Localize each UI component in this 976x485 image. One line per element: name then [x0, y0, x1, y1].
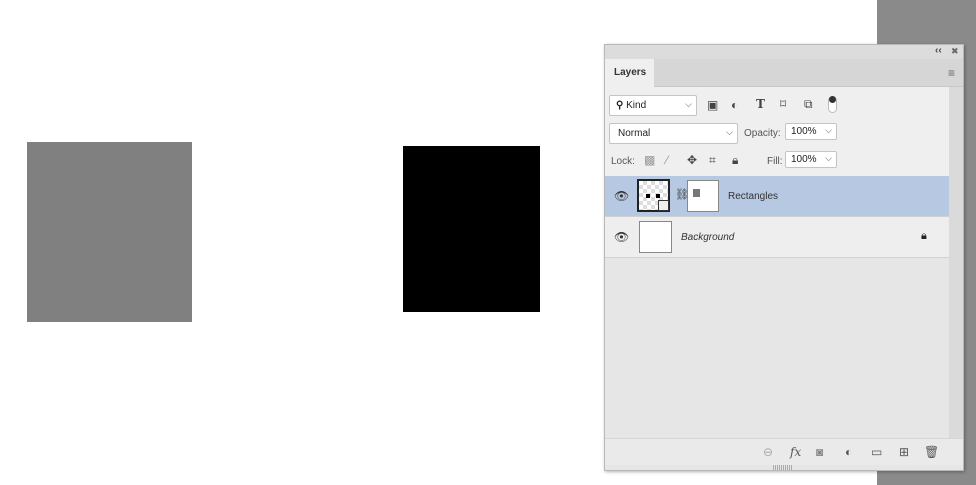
- layers-panel: ‹‹ ✖ Layers ≡ ⚲ Kind ⌵ ▣ ◐ T ⌑ ⧉ Normal …: [604, 44, 964, 471]
- close-icon[interactable]: ✖: [951, 46, 959, 57]
- pixel-filter-icon[interactable]: ▣: [707, 98, 718, 112]
- fx-icon[interactable]: fx: [790, 445, 801, 459]
- lock-transparent-icon[interactable]: ▩: [644, 153, 655, 167]
- group-folder-icon[interactable]: ▭: [871, 445, 882, 459]
- opacity-value: 100%: [791, 126, 817, 137]
- layer-row-background[interactable]: 👁︎ Background 🔒︎: [605, 217, 949, 258]
- layer-row-rectangles[interactable]: 👁︎ ⛓︎ Rectangles: [605, 176, 949, 217]
- new-layer-icon[interactable]: ⊞: [899, 445, 909, 459]
- adjustment-layer-icon[interactable]: ◐: [845, 445, 852, 459]
- link-layers-icon[interactable]: ⊖: [763, 445, 773, 459]
- filter-toggle[interactable]: [828, 96, 837, 113]
- filter-kind-select[interactable]: ⚲ Kind ⌵: [609, 95, 697, 116]
- fill-label: Fill:: [767, 156, 783, 167]
- layer-name: Rectangles: [728, 191, 779, 202]
- trash-icon[interactable]: 🗑︎: [924, 445, 939, 459]
- blend-mode-value: Normal: [618, 128, 651, 139]
- collapse-icon[interactable]: ‹‹: [935, 45, 942, 56]
- lock-icon: 🔒︎: [921, 230, 927, 242]
- scrollbar[interactable]: [949, 87, 963, 438]
- search-icon: ⚲: [616, 100, 624, 111]
- panel-footer: ⊖ fx ◙ ◐ ▭ ⊞ 🗑︎: [605, 438, 963, 465]
- lock-position-icon[interactable]: ✥: [687, 153, 697, 167]
- chevron-down-icon: ⌵: [685, 99, 692, 109]
- chevron-down-icon[interactable]: ⌵: [825, 153, 832, 164]
- adjustment-filter-icon[interactable]: ◐: [731, 98, 738, 112]
- panel-menu-icon[interactable]: ≡: [948, 66, 955, 80]
- tab-bar: Layers ≡: [605, 59, 963, 87]
- black-rectangle: [403, 146, 540, 312]
- gray-rectangle: [27, 142, 192, 322]
- layer-name: Background: [681, 232, 735, 243]
- filter-kind-value: Kind: [626, 100, 647, 111]
- visibility-eye-icon[interactable]: 👁︎: [614, 189, 629, 203]
- chevron-down-icon[interactable]: ⌵: [825, 125, 832, 136]
- vector-mask-thumbnail[interactable]: [687, 180, 719, 212]
- layer-options: ⚲ Kind ⌵ ▣ ◐ T ⌑ ⧉ Normal ⌵ Opacity: 100…: [605, 87, 949, 176]
- shape-filter-icon[interactable]: ⌑: [780, 97, 786, 111]
- visibility-eye-icon[interactable]: 👁︎: [614, 230, 629, 244]
- lock-artboard-icon[interactable]: ⌗: [709, 153, 716, 168]
- smart-object-filter-icon[interactable]: ⧉: [804, 97, 813, 112]
- layers-list: 👁︎ ⛓︎ Rectangles 👁︎ Background 🔒︎: [605, 176, 949, 438]
- smart-object-badge-icon: [658, 200, 669, 211]
- fill-value: 100%: [791, 154, 817, 165]
- lock-all-icon[interactable]: 🔒︎: [732, 153, 738, 168]
- fill-input[interactable]: 100% ⌵: [785, 151, 837, 168]
- layer-thumbnail: [639, 221, 672, 253]
- panel-titlebar: ‹‹ ✖: [605, 45, 963, 59]
- layer-thumbnail: [637, 179, 670, 212]
- type-filter-icon[interactable]: T: [756, 97, 765, 111]
- lock-paint-icon[interactable]: ⁄: [666, 153, 668, 167]
- lock-label: Lock:: [611, 156, 635, 167]
- opacity-input[interactable]: 100% ⌵: [785, 123, 837, 140]
- chevron-down-icon: ⌵: [726, 127, 733, 137]
- resize-grip[interactable]: [773, 465, 793, 470]
- tab-layers[interactable]: Layers: [605, 59, 654, 87]
- opacity-label: Opacity:: [744, 128, 781, 139]
- blend-mode-select[interactable]: Normal ⌵: [609, 123, 738, 144]
- add-mask-icon[interactable]: ◙: [816, 445, 823, 459]
